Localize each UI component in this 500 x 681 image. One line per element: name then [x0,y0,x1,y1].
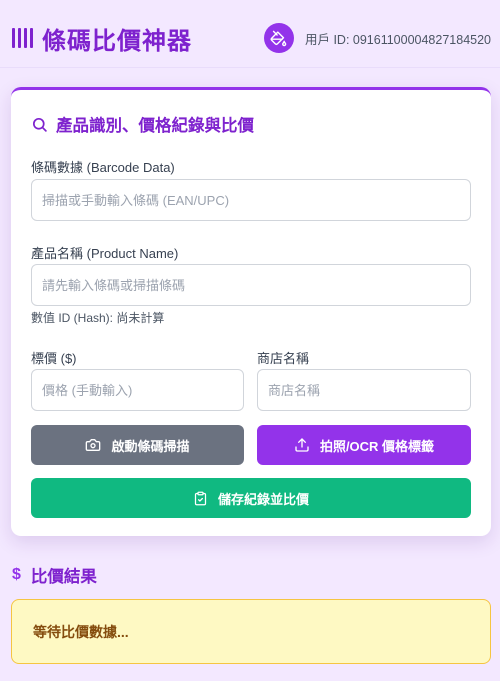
results-heading: $ 比價結果 [12,563,97,587]
product-name-input[interactable] [31,264,471,306]
ocr-button-label: 拍照/OCR 價格標籤 [319,438,435,454]
user-id: 用戶 ID: 09161100004827184520 [304,32,491,47]
form-heading-text: 產品識別、價格紀錄與比價 [56,117,254,135]
results-heading-text: 比價結果 [30,568,97,586]
app-title: 條碼比價神器 [42,27,192,55]
paint-bucket-icon [271,30,287,46]
barcode-label: 條碼數據 (Barcode Data) [31,160,175,175]
user-area: 用戶 ID: 09161100004827184520 [263,22,491,54]
scan-barcode-button[interactable]: 啟動條碼掃描 [31,425,244,465]
price-label: 標價 ($) [31,351,77,366]
scan-button-label: 啟動條碼掃描 [111,438,190,454]
save-compare-button[interactable]: 儲存紀錄並比價 [31,478,471,518]
app-header: 條碼比價神器 用戶 ID: 09161100004827184520 [0,0,500,68]
dollar-icon: $ [12,566,21,583]
clipboard-check-icon [194,491,207,505]
brand: 條碼比價神器 [12,22,192,55]
barcode-input[interactable] [31,179,471,221]
price-input[interactable] [31,369,244,411]
results-status-box: 等待比價數據... [11,599,491,664]
save-button-label: 儲存紀錄並比價 [217,491,309,507]
form-heading: 產品識別、價格紀錄與比價 [31,112,254,136]
product-form-card: 產品識別、價格紀錄與比價 條碼數據 (Barcode Data) 產品名稱 (P… [11,87,491,536]
store-input[interactable] [257,369,471,411]
ocr-price-button[interactable]: 拍照/OCR 價格標籤 [257,425,471,465]
store-label: 商店名稱 [257,351,310,366]
camera-icon [86,439,101,451]
product-name-label: 產品名稱 (Product Name) [31,246,179,261]
waiting-text: 等待比價數據... [33,623,129,640]
hash-note: 數值 ID (Hash): 尚未計算 [31,311,165,325]
search-icon [32,117,47,132]
user-avatar[interactable] [263,23,294,53]
barcode-icon [12,28,33,48]
upload-icon [295,438,309,452]
